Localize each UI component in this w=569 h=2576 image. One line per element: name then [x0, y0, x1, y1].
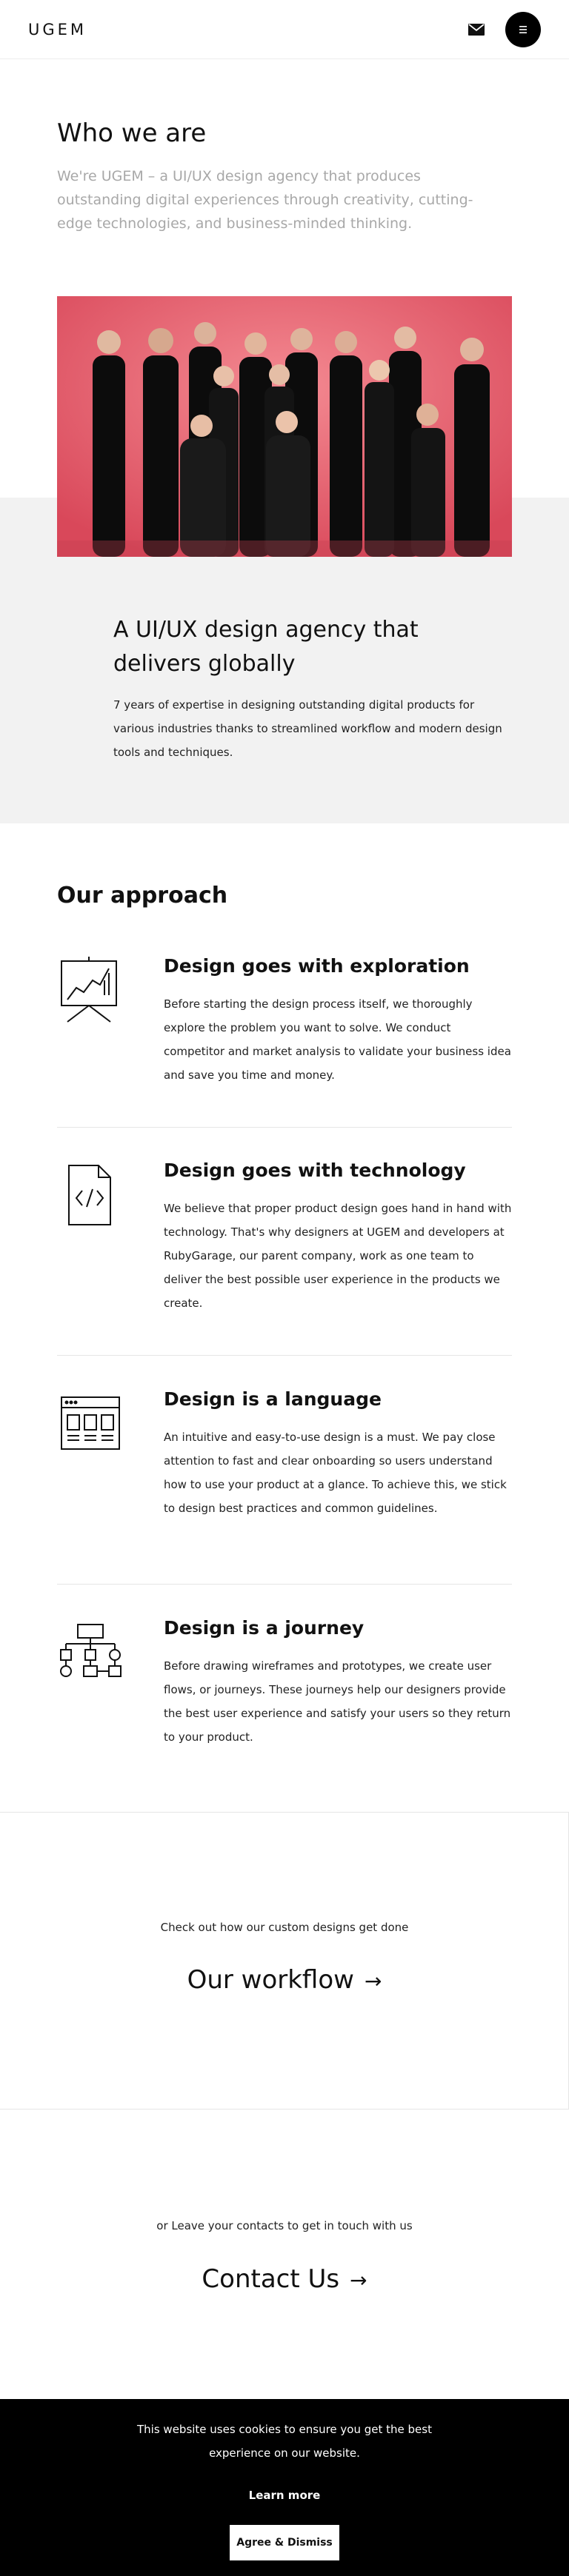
approach-item-title: Design goes with exploration [164, 955, 470, 977]
approach-item-text: An intuitive and easy-to-use design is a… [164, 1431, 507, 1515]
approach-item-exploration: Design goes with exploration Before star… [57, 955, 512, 1088]
arrow-right-icon: → [364, 1969, 382, 1993]
band-title: A UI/UX design agency that delivers glob… [113, 617, 419, 677]
divider [57, 1127, 512, 1128]
arrow-right-icon: → [350, 2268, 367, 2292]
site-header: UGEM [0, 0, 569, 59]
approach-item-technology: Design goes with technology We believe t… [57, 1160, 512, 1322]
approach-title: Our approach [57, 883, 228, 909]
cookie-banner: This website uses cookies to ensure you … [0, 2399, 569, 2576]
approach-item-language: Design is a language An intuitive and ea… [57, 1388, 512, 1536]
learn-more-link[interactable]: Learn more [0, 2489, 569, 2502]
logo[interactable]: UGEM [28, 21, 87, 39]
presentation-chart-icon [57, 955, 124, 1037]
band-text: 7 years of expertise in designing outsta… [113, 698, 502, 759]
menu-button[interactable] [505, 11, 541, 47]
agree-dismiss-button[interactable]: Agree & Dismiss [230, 2525, 339, 2560]
approach-item-title: Design goes with technology [164, 1160, 466, 1181]
divider [57, 1584, 512, 1585]
workflow-link-label: Our workflow [187, 1965, 354, 1995]
code-file-icon [57, 1160, 124, 1241]
contact-caption: or Leave your contacts to get in touch w… [156, 2219, 413, 2232]
mail-icon[interactable] [468, 23, 485, 36]
approach-item-text: Before drawing wireframes and prototypes… [164, 1659, 511, 1744]
header-actions [468, 11, 541, 47]
team-photo [57, 296, 512, 557]
hero-subtitle: We're UGEM – a UI/UX design agency that … [57, 168, 473, 232]
contact-link-label: Contact Us [202, 2264, 340, 2294]
page-title: Who we are [57, 118, 207, 148]
contact-link[interactable]: Contact Us → [0, 2264, 569, 2294]
browser-layout-icon [57, 1388, 124, 1470]
approach-item-text: Before starting the design process itsel… [164, 997, 511, 1082]
approach-item-title: Design is a language [164, 1388, 382, 1410]
workflow-section [0, 1812, 569, 2110]
approach-item-text: We believe that proper product design go… [164, 1202, 512, 1310]
menu-icon [519, 25, 527, 33]
workflow-caption: Check out how our custom designs get don… [160, 1921, 409, 1934]
approach-item-title: Design is a journey [164, 1617, 365, 1639]
approach-item-journey: Design is a journey Before drawing wiref… [57, 1617, 512, 1758]
flowchart-icon [57, 1617, 124, 1699]
cookie-text: This website uses cookies to ensure you … [137, 2423, 432, 2460]
workflow-link[interactable]: Our workflow → [0, 1965, 569, 1995]
divider [57, 1355, 512, 1356]
